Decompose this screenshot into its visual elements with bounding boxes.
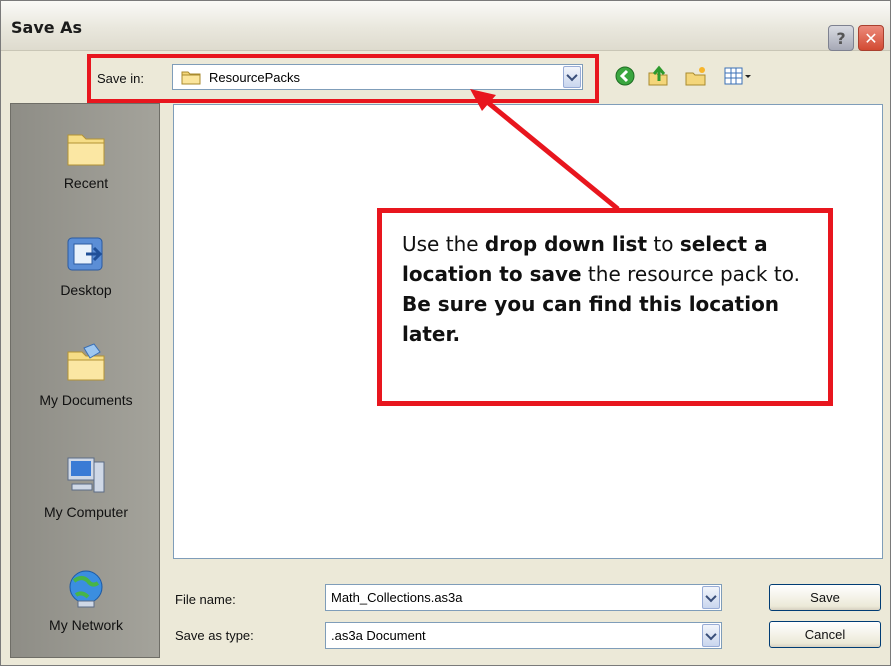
callout-bold-3: Be sure you can find this location later… (402, 292, 780, 346)
up-folder-icon[interactable] (647, 65, 669, 87)
instruction-callout: Use the drop down list to select a locat… (377, 208, 833, 406)
place-recent[interactable]: Recent (11, 129, 161, 229)
recent-folder-icon (67, 134, 105, 166)
places-bar: Recent Desktop My Documents My Computer … (10, 103, 160, 658)
save-as-type-dropdown-button[interactable] (702, 624, 720, 647)
place-desktop[interactable]: Desktop (11, 232, 161, 332)
help-button[interactable]: ? (828, 25, 854, 51)
save-as-type-dropdown[interactable]: .as3a Document (325, 622, 722, 649)
cancel-button[interactable]: Cancel (769, 621, 881, 648)
close-button[interactable]: ✕ (858, 25, 884, 51)
file-name-input[interactable]: Math_Collections.as3a (325, 584, 722, 611)
save-as-type-value: .as3a Document (331, 628, 426, 643)
desktop-icon (67, 237, 103, 271)
file-name-label: File name: (175, 592, 236, 607)
place-label-recent: Recent (63, 175, 109, 191)
callout-bold-1: drop down list (484, 232, 648, 256)
save-button[interactable]: Save (769, 584, 881, 611)
my-documents-icon (67, 343, 105, 381)
my-computer-icon (67, 457, 105, 493)
callout-text-1: Use the (402, 232, 485, 256)
place-label-my-network: My Network (49, 617, 123, 633)
title-bar: Save As ? ✕ (1, 1, 890, 51)
place-label-desktop: Desktop (60, 282, 112, 298)
chevron-down-icon (705, 628, 717, 640)
place-my-computer[interactable]: My Computer (11, 454, 161, 554)
callout-arrow (470, 89, 620, 211)
callout-text-2: to (647, 232, 680, 256)
place-my-documents[interactable]: My Documents (11, 342, 161, 442)
save-as-dialog: Save As ? ✕ Save in: ResourcePacks Recen… (0, 0, 891, 666)
new-folder-icon[interactable] (685, 65, 707, 87)
window-title: Save As (11, 18, 83, 37)
place-label-my-documents: My Documents (39, 392, 133, 408)
save-as-type-label: Save as type: (175, 628, 254, 643)
views-menu-icon[interactable] (723, 65, 753, 87)
file-name-dropdown-button[interactable] (702, 586, 720, 609)
file-name-value: Math_Collections.as3a (331, 590, 463, 605)
place-label-my-computer: My Computer (43, 504, 129, 520)
chevron-down-icon (705, 590, 717, 602)
place-my-network[interactable]: My Network (11, 567, 161, 666)
callout-text-3: the resource pack to. (581, 262, 800, 286)
my-network-icon (69, 570, 103, 608)
